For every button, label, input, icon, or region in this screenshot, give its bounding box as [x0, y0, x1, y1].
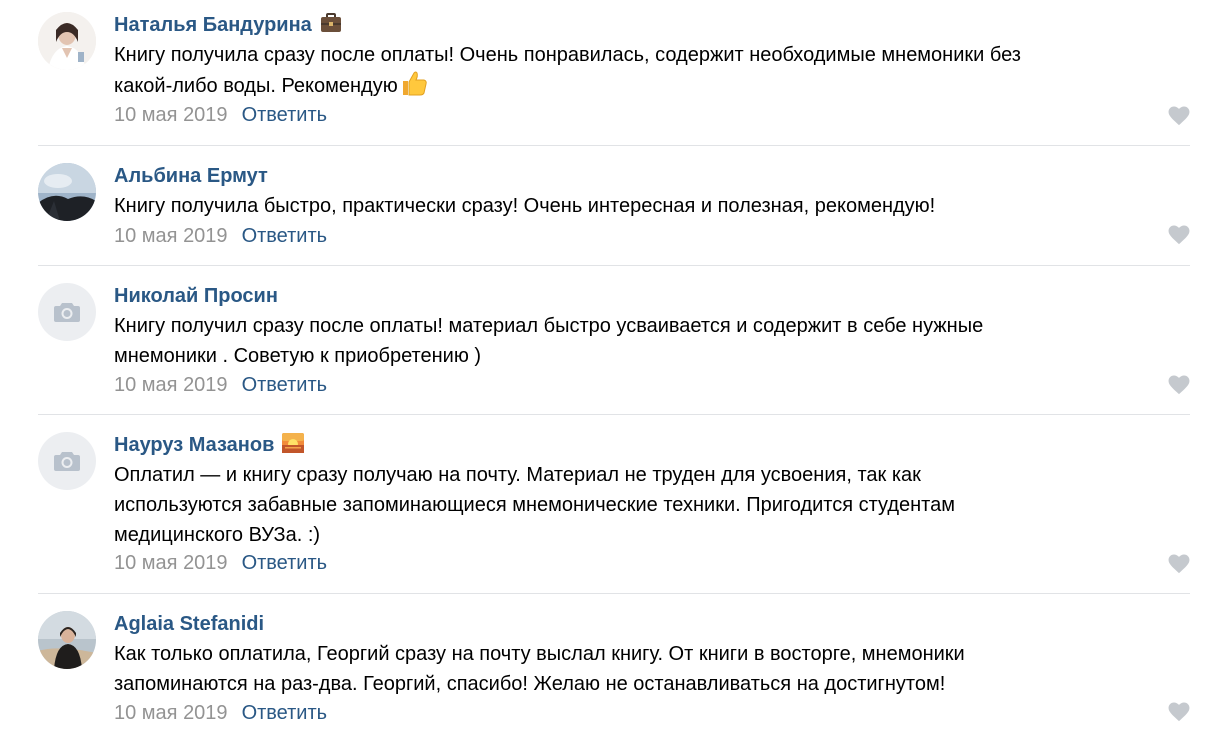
briefcase-icon	[320, 13, 342, 40]
comment-meta: 10 мая 2019 Ответить	[114, 223, 327, 249]
avatar-photo	[38, 163, 96, 221]
comment-author[interactable]: Николай Просин	[114, 283, 278, 309]
comment-text-line: Книгу получила быстро, практически сразу…	[114, 195, 936, 217]
heart-icon[interactable]	[1168, 225, 1190, 245]
comment-text-line: Оплатил — и книгу сразу получаю на почту…	[114, 464, 921, 486]
author-name[interactable]: Наталья Бандурина	[114, 14, 312, 36]
divider	[38, 145, 1190, 146]
comment-text: Как только оплатила, Георгий сразу на по…	[114, 639, 1189, 699]
comment-text-line: какой-либо воды. Рекомендую	[114, 70, 1189, 105]
comment-meta: 10 мая 2019 Ответить	[114, 550, 327, 576]
comment-text-line: Как только оплатила, Георгий сразу на по…	[114, 643, 965, 665]
camera-icon	[54, 303, 80, 322]
heart-icon[interactable]	[1168, 554, 1190, 574]
reply-link[interactable]: Ответить	[242, 552, 328, 574]
comment-author[interactable]: Aglaia Stefanidi	[114, 611, 264, 637]
comment-date[interactable]: 10 мая 2019	[114, 104, 228, 126]
comment-text: Книгу получил сразу после оплаты! матери…	[114, 311, 1189, 371]
comment-text-line: медицинского ВУЗа. :)	[114, 524, 321, 546]
comment-text-line: запоминаются на раз-два. Георгий, спасиб…	[114, 673, 946, 695]
heart-icon[interactable]	[1168, 375, 1190, 395]
reply-link[interactable]: Ответить	[242, 374, 328, 396]
avatar[interactable]	[38, 432, 96, 490]
sunset-icon	[282, 433, 305, 460]
divider	[38, 265, 1190, 266]
reply-link[interactable]: Ответить	[242, 104, 328, 126]
comment-text-line: используются забавные запоминающиеся мне…	[114, 494, 955, 516]
author-name[interactable]: Альбина Ермут	[114, 165, 268, 187]
comment-text-line: Книгу получил сразу после оплаты! матери…	[114, 315, 984, 337]
heart-icon[interactable]	[1168, 106, 1190, 126]
comment-date[interactable]: 10 мая 2019	[114, 702, 228, 724]
comment-text-line: Книгу получила сразу после оплаты! Очень…	[114, 44, 1021, 66]
comment-meta: 10 мая 2019 Ответить	[114, 102, 327, 128]
comment-meta: 10 мая 2019 Ответить	[114, 700, 327, 726]
author-name[interactable]: Николай Просин	[114, 285, 278, 307]
camera-icon	[54, 452, 80, 471]
avatar-photo	[38, 611, 96, 669]
avatar[interactable]	[38, 163, 96, 221]
comment-date[interactable]: 10 мая 2019	[114, 552, 228, 574]
comment-author[interactable]: Науруз Мазанов	[114, 432, 305, 460]
comment-author[interactable]: Наталья Бандурина	[114, 12, 342, 40]
comment-text: Книгу получила сразу после оплаты! Очень…	[114, 40, 1189, 105]
author-name[interactable]: Науруз Мазанов	[114, 434, 274, 456]
comment-text: Книгу получила быстро, практически сразу…	[114, 191, 1189, 221]
avatar[interactable]	[38, 611, 96, 669]
divider	[38, 414, 1190, 415]
heart-icon[interactable]	[1168, 702, 1190, 722]
divider	[38, 593, 1190, 594]
comment-meta: 10 мая 2019 Ответить	[114, 372, 327, 398]
reply-link[interactable]: Ответить	[242, 225, 328, 247]
reply-link[interactable]: Ответить	[242, 702, 328, 724]
comment-text: Оплатил — и книгу сразу получаю на почту…	[114, 460, 1189, 550]
comment-author[interactable]: Альбина Ермут	[114, 163, 268, 189]
comment-date[interactable]: 10 мая 2019	[114, 374, 228, 396]
comment-date[interactable]: 10 мая 2019	[114, 225, 228, 247]
avatar[interactable]	[38, 12, 96, 70]
author-name[interactable]: Aglaia Stefanidi	[114, 613, 264, 635]
comment-text-line: мнемоники . Советую к приобретению )	[114, 345, 482, 367]
avatar-photo	[38, 12, 96, 70]
avatar[interactable]	[38, 283, 96, 341]
thumbs-up-icon	[400, 70, 428, 105]
